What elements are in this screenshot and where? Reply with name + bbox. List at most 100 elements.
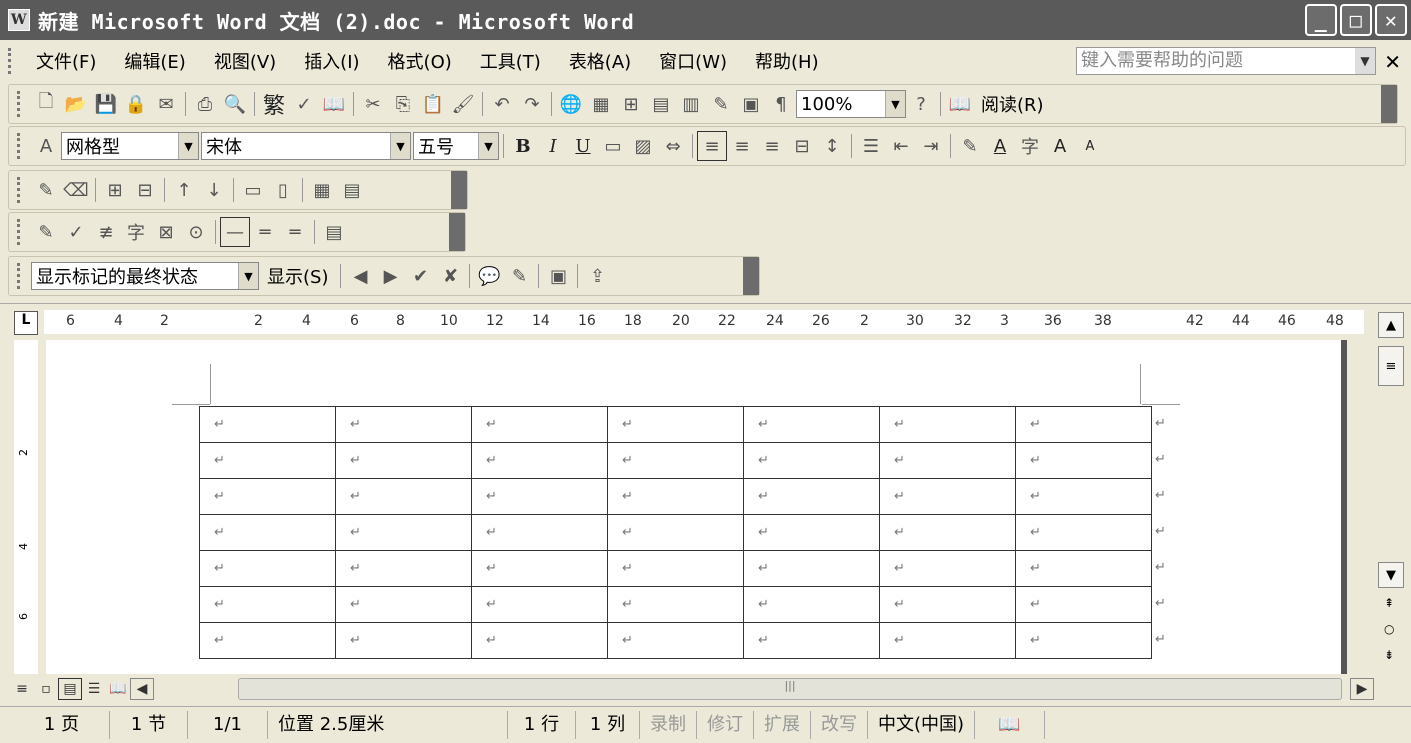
vertical-ruler[interactable]: 2 4 6: [14, 340, 38, 674]
scroll-right-icon[interactable]: ▶: [1350, 678, 1374, 700]
table-cell[interactable]: ↵: [335, 442, 472, 479]
double-line-alt-icon[interactable]: ═: [280, 217, 310, 247]
reading-layout-icon[interactable]: 📖: [106, 678, 130, 700]
table-cell[interactable]: ↵: [879, 442, 1016, 479]
accept-change-icon[interactable]: ✔: [405, 261, 435, 291]
open-folder-icon[interactable]: 📂: [61, 89, 91, 119]
horizontal-scroll-thumb[interactable]: |||: [238, 678, 1342, 700]
menu-table[interactable]: 表格(A): [555, 48, 645, 74]
character-border-icon[interactable]: ▭: [598, 131, 628, 161]
insert-column-icon[interactable]: ⊟: [130, 175, 160, 205]
undo-icon[interactable]: ↶: [487, 89, 517, 119]
table-cell[interactable]: ↵: [1015, 622, 1152, 659]
scroll-left-icon[interactable]: ◀: [130, 678, 154, 700]
close-button[interactable]: ✕: [1375, 4, 1407, 36]
table-cell[interactable]: ↵: [607, 514, 744, 551]
table-cell[interactable]: ↵: [743, 622, 880, 659]
format-painter-icon[interactable]: 🖌: [448, 89, 478, 119]
toolbar-grip[interactable]: [17, 177, 25, 203]
read-icon[interactable]: 📖: [945, 89, 975, 119]
distributed-icon[interactable]: ⊟: [787, 131, 817, 161]
menu-edit[interactable]: 编辑(E): [110, 48, 199, 74]
highlight-icon[interactable]: ✎: [955, 131, 985, 161]
merge-cells-icon[interactable]: ▭: [238, 175, 268, 205]
menu-insert[interactable]: 插入(I): [290, 48, 373, 74]
strikethrough-icon[interactable]: ≢: [91, 217, 121, 247]
table-cell[interactable]: ↵: [471, 406, 608, 443]
decrease-indent-icon[interactable]: ⇤: [886, 131, 916, 161]
chevron-down-icon[interactable]: ▼: [178, 133, 198, 159]
menu-help[interactable]: 帮助(H): [741, 48, 833, 74]
chevron-down-icon[interactable]: ▼: [1355, 48, 1375, 74]
permission-icon[interactable]: 🔒: [121, 89, 151, 119]
status-trk[interactable]: 修订: [697, 711, 754, 739]
table-cell[interactable]: ↵: [471, 478, 608, 515]
print-icon[interactable]: ⎙: [190, 89, 220, 119]
tab-selector[interactable]: L: [14, 311, 38, 335]
print-layout-icon[interactable]: ▤: [58, 678, 82, 700]
table-cell[interactable]: ↵: [471, 586, 608, 623]
status-ovr[interactable]: 改写: [811, 711, 868, 739]
next-change-icon[interactable]: ▶: [375, 261, 405, 291]
table-cell[interactable]: ↵: [607, 442, 744, 479]
table-cell[interactable]: ↵: [743, 478, 880, 515]
table-cell[interactable]: ↵: [743, 514, 880, 551]
menu-file[interactable]: 文件(F): [22, 48, 110, 74]
previous-page-icon[interactable]: ⇞: [1384, 596, 1394, 610]
columns-icon[interactable]: ▥: [676, 89, 706, 119]
draw-table-icon[interactable]: ✎: [31, 175, 61, 205]
table-cell[interactable]: ↵: [743, 586, 880, 623]
spelling-status-icon[interactable]: 📖: [975, 711, 1046, 739]
numbering-icon[interactable]: ☰: [856, 131, 886, 161]
table-cell[interactable]: ↵: [199, 586, 336, 623]
vertical-scrollbar[interactable]: ▲ ≡ ▼ ⇞ ○ ⇟: [1376, 310, 1406, 674]
grow-font-button[interactable]: A: [1045, 131, 1075, 161]
table-cell[interactable]: ↵: [335, 586, 472, 623]
abc-spell-icon[interactable]: ✓: [61, 217, 91, 247]
menu-view[interactable]: 视图(V): [200, 48, 290, 74]
character-shading-icon[interactable]: ▨: [628, 131, 658, 161]
redo-icon[interactable]: ↷: [517, 89, 547, 119]
hyperlink-icon[interactable]: 🌐: [556, 89, 586, 119]
traditional-chinese-button[interactable]: 繁: [259, 89, 289, 119]
close-document-button[interactable]: ✕: [1384, 50, 1401, 74]
line-spacing-icon[interactable]: ↕: [817, 131, 847, 161]
outline-view-icon[interactable]: ☰: [82, 678, 106, 700]
table-cell[interactable]: ↵: [1015, 442, 1152, 479]
toolbar-grip[interactable]: [17, 91, 25, 117]
show-hide-icon[interactable]: ¶: [766, 89, 796, 119]
status-language[interactable]: 中文(中国): [868, 711, 976, 739]
character-scaling-icon[interactable]: ⇔: [658, 131, 688, 161]
insert-row-icon[interactable]: ⊞: [100, 175, 130, 205]
table-cell[interactable]: ↵: [607, 478, 744, 515]
single-line-icon[interactable]: —: [220, 217, 250, 247]
italic-button[interactable]: I: [538, 131, 568, 161]
next-page-icon[interactable]: ⇟: [1384, 648, 1394, 662]
chevron-down-icon[interactable]: ▼: [390, 133, 410, 159]
cut-icon[interactable]: ✂: [358, 89, 388, 119]
read-mode-button[interactable]: 阅读(R): [975, 91, 1050, 117]
menu-tools[interactable]: 工具(T): [466, 48, 555, 74]
size-select[interactable]: 五号 ▼: [413, 132, 499, 160]
toolbar-grip[interactable]: [17, 219, 25, 245]
style-select[interactable]: 网格型 ▼: [61, 132, 199, 160]
table-cell[interactable]: ↵: [199, 550, 336, 587]
table-cell[interactable]: ↵: [743, 442, 880, 479]
sort-ascending-icon[interactable]: ↑: [169, 175, 199, 205]
table-cell[interactable]: ↵: [199, 442, 336, 479]
reject-change-icon[interactable]: ✘: [435, 261, 465, 291]
table-cell[interactable]: ↵: [471, 442, 608, 479]
table-cell[interactable]: ↵: [199, 406, 336, 443]
table-cell[interactable]: ↵: [199, 622, 336, 659]
align-justify-icon[interactable]: ≡: [697, 131, 727, 161]
table-cell[interactable]: ↵: [879, 406, 1016, 443]
bold-button[interactable]: B: [508, 131, 538, 161]
print-preview-icon[interactable]: 🔍: [220, 89, 250, 119]
insert-excel-icon[interactable]: ▤: [646, 89, 676, 119]
table-cell[interactable]: ↵: [879, 622, 1016, 659]
table-cell[interactable]: ↵: [1015, 406, 1152, 443]
table-cell[interactable]: ↵: [879, 478, 1016, 515]
table-cell[interactable]: ↵: [1015, 550, 1152, 587]
phonetic-guide-icon[interactable]: 字: [121, 217, 151, 247]
help-search-input[interactable]: 键入需要帮助的问题 ▼: [1076, 47, 1376, 75]
